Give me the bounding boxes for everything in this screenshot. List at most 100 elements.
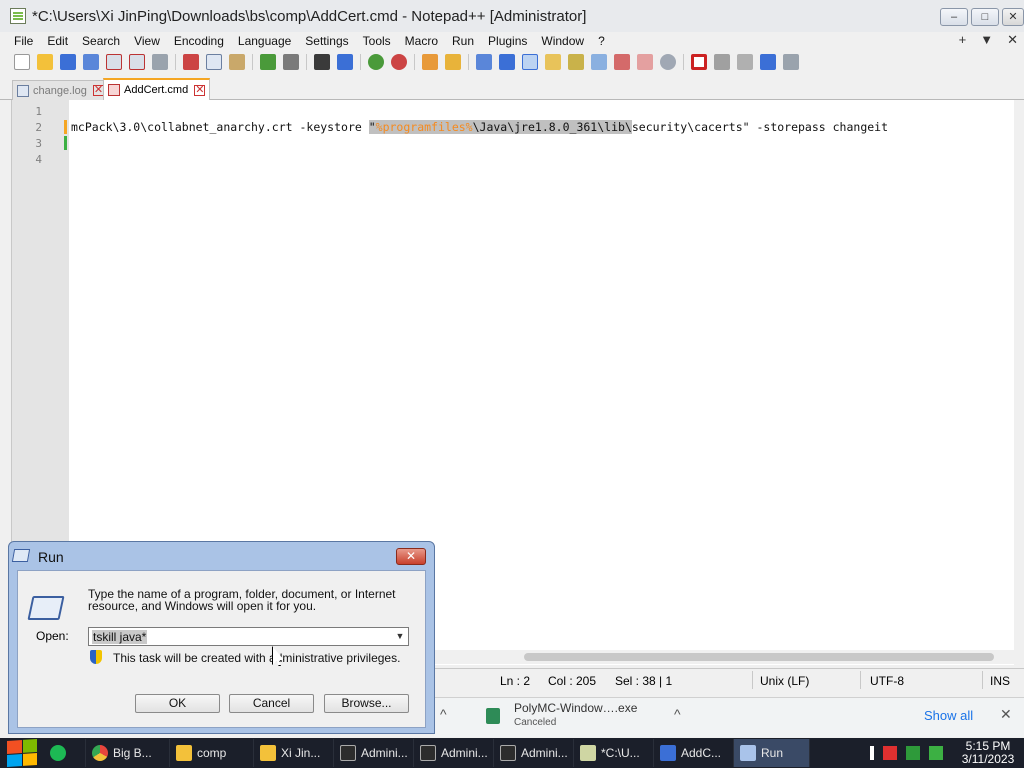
download-filename[interactable]: PolyMC-Window….exe — [514, 701, 637, 715]
sync-horizontal-icon[interactable] — [445, 54, 461, 70]
status-insert-mode[interactable]: INS — [990, 674, 1010, 688]
save-macro-icon[interactable] — [783, 54, 799, 70]
saved-change-marker — [64, 136, 67, 150]
file-icon — [486, 708, 500, 724]
replace-icon[interactable] — [337, 54, 353, 70]
undo-icon[interactable] — [260, 54, 276, 70]
cancel-button[interactable]: Cancel — [229, 694, 314, 713]
taskbar-item-xijin-folder[interactable]: Xi Jin... — [254, 739, 334, 767]
zoom-out-icon[interactable] — [391, 54, 407, 70]
menu-help[interactable]: ? — [591, 34, 612, 48]
doc-map-icon[interactable] — [568, 54, 584, 70]
run-macro-multiple-icon[interactable] — [760, 54, 776, 70]
browse-button[interactable]: Browse... — [324, 694, 409, 713]
taskbar-item-run[interactable]: Run — [734, 739, 810, 767]
sync-vertical-icon[interactable] — [422, 54, 438, 70]
status-encoding[interactable]: UTF-8 — [870, 674, 904, 688]
doc-list-icon[interactable] — [591, 54, 607, 70]
folder-workspace-icon[interactable] — [637, 54, 653, 70]
copy-icon[interactable] — [206, 54, 222, 70]
show-all-chars-icon[interactable] — [499, 54, 515, 70]
vertical-scrollbar[interactable] — [1014, 100, 1024, 665]
indent-guide-icon[interactable] — [522, 54, 538, 70]
menu-macro[interactable]: Macro — [398, 34, 445, 48]
close-button[interactable]: ✕ — [1002, 8, 1024, 26]
close-icon[interactable]: ✕ — [194, 84, 206, 96]
tab-list-dropdown[interactable]: ▼ — [980, 32, 993, 48]
run-close-button[interactable]: ✕ — [396, 548, 426, 565]
define-language-icon[interactable] — [545, 54, 561, 70]
chevron-up-icon[interactable]: ^ — [674, 706, 681, 722]
chevron-up-icon[interactable]: ^ — [440, 706, 447, 722]
new-file-icon[interactable] — [14, 54, 30, 70]
menu-settings[interactable]: Settings — [298, 34, 355, 48]
run-command-input[interactable]: tskill java* — [92, 630, 148, 644]
open-file-icon[interactable] — [37, 54, 53, 70]
play-macro-icon[interactable] — [737, 54, 753, 70]
taskbar-item-comp-folder[interactable]: comp — [170, 739, 254, 767]
menu-edit[interactable]: Edit — [40, 34, 75, 48]
close-all-icon[interactable] — [129, 54, 145, 70]
taskbar-item-cmd-2[interactable]: Admini... — [414, 739, 494, 767]
menu-view[interactable]: View — [127, 34, 167, 48]
function-list-icon[interactable] — [614, 54, 630, 70]
word-wrap-icon[interactable] — [476, 54, 492, 70]
redo-icon[interactable] — [283, 54, 299, 70]
save-all-icon[interactable] — [83, 54, 99, 70]
stop-macro-icon[interactable] — [714, 54, 730, 70]
taskbar-item-notepadpp[interactable]: *C:\U... — [574, 739, 654, 767]
print-icon[interactable] — [152, 54, 168, 70]
download-status: Canceled — [514, 717, 557, 728]
monitoring-icon[interactable] — [660, 54, 676, 70]
volume-icon[interactable] — [929, 746, 943, 760]
network-icon[interactable] — [906, 746, 920, 760]
more-icon[interactable] — [870, 746, 874, 760]
menu-plugins[interactable]: Plugins — [481, 34, 534, 48]
folder-icon — [260, 745, 276, 761]
taskbar-item-cmd-3[interactable]: Admini... — [494, 739, 574, 767]
paste-icon[interactable] — [229, 54, 245, 70]
scrollbar-thumb[interactable] — [524, 653, 994, 661]
cut-icon[interactable] — [183, 54, 199, 70]
menu-file[interactable]: File — [0, 34, 40, 48]
taskbar-item-chrome[interactable]: Big B... — [86, 739, 170, 767]
run-title-bar[interactable]: Run ✕ — [9, 542, 434, 570]
horizontal-scrollbar[interactable] — [434, 650, 1024, 664]
find-icon[interactable] — [314, 54, 330, 70]
taskbar-item-spotify[interactable] — [44, 739, 86, 767]
show-all-button[interactable]: Show all — [924, 708, 973, 723]
file-icon — [17, 84, 29, 97]
menu-run[interactable]: Run — [445, 34, 481, 48]
minimize-button[interactable]: – — [940, 8, 968, 26]
zoom-in-icon[interactable] — [368, 54, 384, 70]
folder-icon — [176, 745, 192, 761]
toolbar-divider — [306, 54, 307, 70]
clock-date: 3/11/2023 — [961, 752, 1015, 766]
run-command-combobox[interactable]: tskill java* ▼ — [88, 627, 409, 646]
run-dialog-body: Type the name of a program, folder, docu… — [17, 570, 426, 728]
chevron-down-icon[interactable]: ▼ — [394, 630, 406, 643]
add-tab-button[interactable]: + — [959, 32, 967, 48]
taskbar-item-cmd-1[interactable]: Admini... — [334, 739, 414, 767]
menu-search[interactable]: Search — [75, 34, 127, 48]
ok-button[interactable]: OK — [135, 694, 220, 713]
maximize-button[interactable]: □ — [971, 8, 999, 26]
tab-addcert-cmd[interactable]: AddCert.cmd ✕ — [103, 78, 211, 100]
taskbar-item-vscode[interactable]: AddC... — [654, 739, 734, 767]
menu-window[interactable]: Window — [534, 34, 591, 48]
notepadpp-icon — [580, 745, 596, 761]
start-button[interactable] — [0, 738, 44, 768]
close-file-icon[interactable] — [106, 54, 122, 70]
save-icon[interactable] — [60, 54, 76, 70]
menu-language[interactable]: Language — [231, 34, 298, 48]
close-doc-button[interactable]: ✕ — [1007, 32, 1018, 48]
clock[interactable]: 5:15 PM 3/11/2023 — [952, 740, 1024, 766]
status-eol[interactable]: Unix (LF) — [760, 674, 809, 688]
close-icon[interactable]: ✕ — [1000, 706, 1012, 723]
action-center-flag-icon[interactable] — [883, 746, 897, 760]
menu-tools[interactable]: Tools — [356, 34, 398, 48]
record-macro-icon[interactable] — [691, 54, 707, 70]
tab-change-log[interactable]: change.log ✕ — [12, 80, 109, 100]
title-bar[interactable]: *C:\Users\Xi JinPing\Downloads\bs\comp\A… — [0, 0, 1024, 32]
menu-encoding[interactable]: Encoding — [167, 34, 231, 48]
